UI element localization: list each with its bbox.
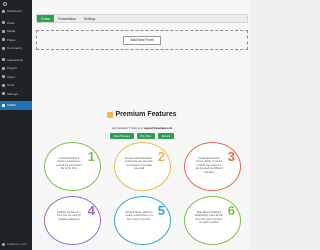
feature-card: 3 Create Submission Forms: Ability to cr… [184, 142, 241, 191]
forms-dropzone: Add New Form [36, 30, 248, 50]
contact-email-link[interactable]: support@example.com [144, 127, 173, 130]
main-content: Forms Presentation Settings Add New Form… [32, 0, 250, 250]
add-new-form-button[interactable]: Add New Form [123, 35, 161, 45]
sidebar-item-pages[interactable]: Pages [0, 36, 32, 45]
sidebar-item-label: Comments [7, 46, 22, 51]
cta-button-3[interactable]: Demos [157, 133, 175, 139]
sidebar-item-posts[interactable]: Posts [0, 19, 32, 28]
sidebar-item-gdpr[interactable]: GDPR [0, 101, 32, 110]
users-icon [2, 75, 5, 79]
feature-number: 5 [157, 203, 165, 218]
tab-presentation[interactable]: Presentation [54, 15, 80, 22]
sidebar-item-label: Posts [7, 20, 15, 25]
feature-card: 1 Unlimited Fields & custom questions to… [44, 142, 101, 191]
collapse-menu-label: Collapse menu [7, 242, 28, 246]
sidebar-item-appearance[interactable]: Appearance [0, 56, 32, 65]
wordpress-logo-icon[interactable] [0, 0, 32, 7]
cta-button-2[interactable]: Buy Now [136, 133, 155, 139]
comments-icon [2, 46, 5, 50]
feature-text: Unlimited Fields & custom questions to e… [56, 157, 82, 171]
feature-text: Several Steps: Ability to create a descr… [125, 211, 153, 221]
feature-number: 2 [157, 149, 165, 164]
sidebar-item-label: Settings [7, 91, 18, 96]
media-icon [2, 29, 5, 33]
sidebar-item-dashboard[interactable]: Dashboard [0, 7, 32, 16]
sidebar-item-label: Plugins [7, 66, 17, 71]
sidebar-item-tools[interactable]: Tools [0, 81, 32, 90]
collapse-menu-button[interactable]: Collapse menu [2, 242, 27, 246]
sidebar-item-label: Users [7, 74, 15, 79]
feature-text: Create Submission Forms: Ability to crea… [195, 157, 223, 174]
sidebar-item-settings[interactable]: Settings [0, 90, 32, 99]
sidebar-item-plugins[interactable]: Plugins [0, 64, 32, 73]
feature-card: 6 Role Based Statistics Dashboard: View … [184, 196, 241, 245]
premium-badge-icon [107, 111, 114, 118]
feature-number: 1 [87, 149, 95, 164]
feature-card: 4 Multiple Consents: 1 form can be used … [44, 196, 101, 245]
sidebar-item-label: GDPR [7, 103, 16, 108]
cta-row: View Themes Buy Now Demos [36, 133, 248, 139]
collapse-icon [2, 242, 5, 246]
plugins-icon [2, 66, 5, 70]
sidebar-item-comments[interactable]: Comments [0, 44, 32, 53]
tab-forms[interactable]: Forms [37, 15, 55, 22]
gdpr-icon [2, 103, 5, 107]
sidebar-item-label: Tools [7, 83, 15, 88]
admin-sidebar: Dashboard Posts Media Pages Comments Appearan… [0, 0, 32, 250]
sidebar-item-media[interactable]: Media [0, 27, 32, 36]
feature-card: 2 Email Lead Notification: customers can… [114, 142, 171, 191]
premium-features-section: Premium Features Got Questions? Write us… [36, 56, 248, 250]
appearance-icon [2, 58, 5, 62]
feature-card: 5 Several Steps: Ability to create a des… [114, 196, 171, 245]
settings-icon [2, 92, 5, 96]
sidebar-item-label: Dashboard [7, 9, 22, 14]
premium-title: Premium Features [36, 111, 248, 118]
premium-title-text: Premium Features [115, 111, 177, 118]
sidebar-item-users[interactable]: Users [0, 73, 32, 82]
tab-bar: Forms Presentation Settings [36, 14, 248, 23]
sidebar-item-label: Pages [7, 37, 16, 42]
feature-text: Role Based Statistics Dashboard: View al… [195, 211, 223, 225]
tab-settings[interactable]: Settings [80, 15, 100, 22]
feature-number: 3 [227, 149, 235, 164]
sidebar-item-label: Media [7, 29, 16, 34]
feature-text: Multiple Consents: 1 form can be used fo… [57, 211, 81, 221]
posts-icon [2, 21, 5, 25]
cta-button-1[interactable]: View Themes [109, 133, 134, 139]
contact-prefix: Got Questions? Write us at [111, 127, 143, 130]
feature-text: Email Lead Notification: customers can s… [125, 157, 153, 171]
sidebar-item-label: Appearance [7, 57, 24, 62]
pages-icon [2, 38, 5, 42]
feature-number: 6 [227, 203, 235, 218]
tools-icon [2, 83, 5, 87]
dashboard-icon [2, 9, 5, 13]
feature-number: 4 [87, 203, 95, 218]
contact-line: Got Questions? Write us at support@examp… [36, 127, 248, 130]
